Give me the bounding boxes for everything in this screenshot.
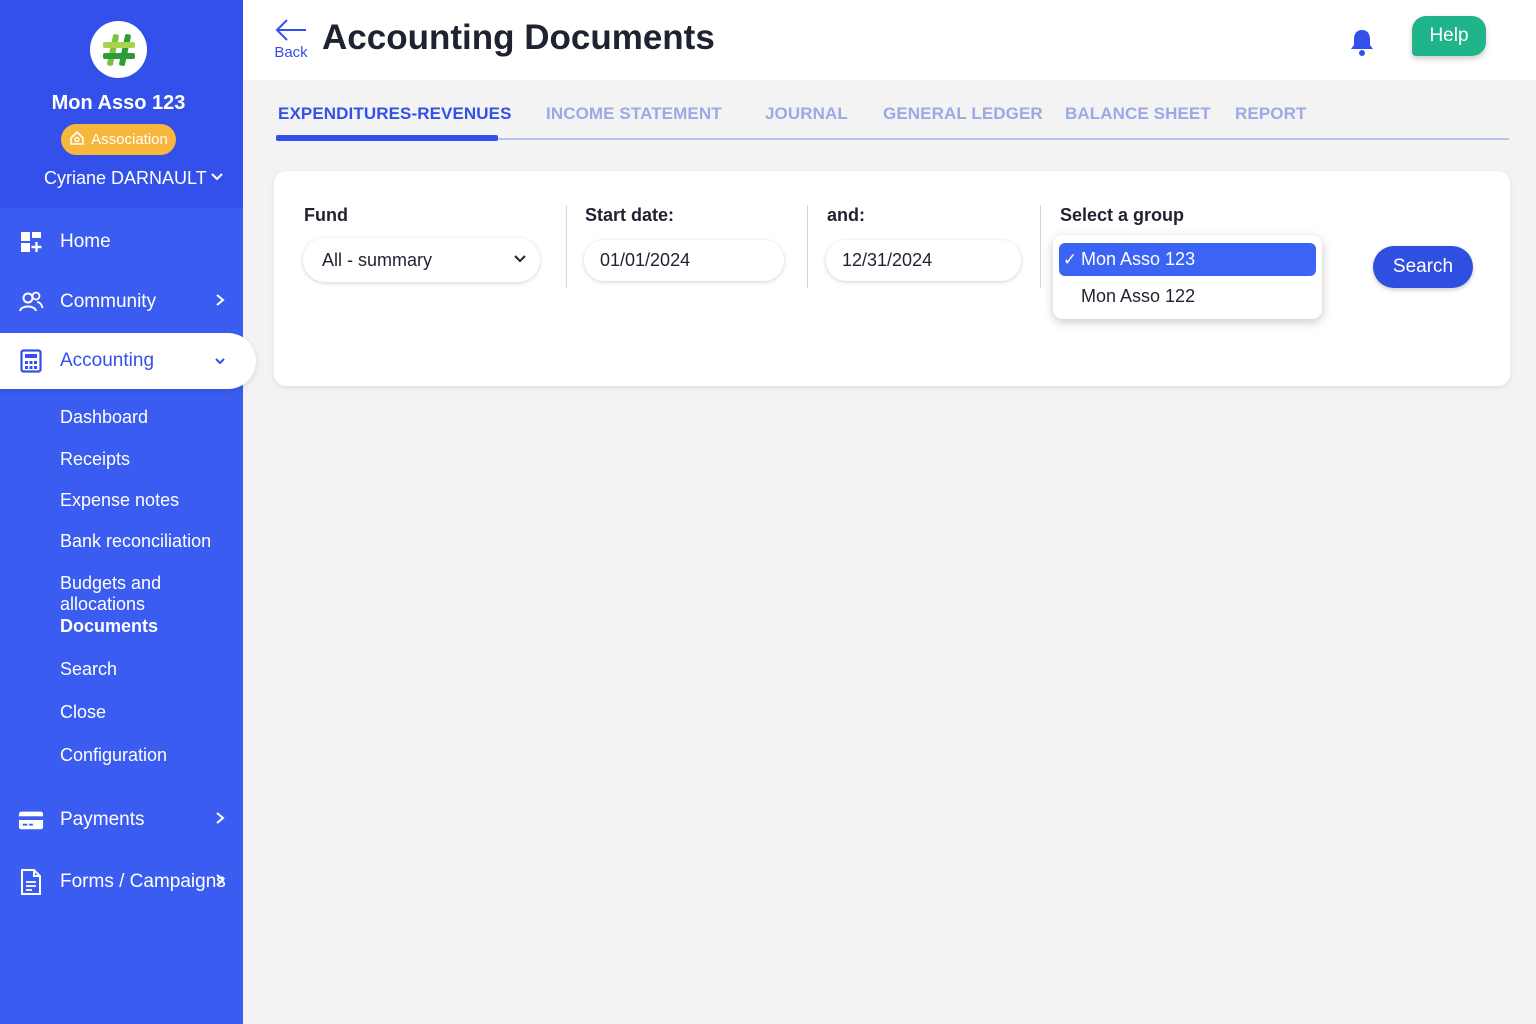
fund-select-value: All - summary: [322, 249, 433, 270]
sidebar-item-label: Payments: [60, 809, 145, 830]
fund-label: Fund: [304, 205, 348, 225]
back-button[interactable]: Back: [273, 18, 309, 61]
field-divider: [566, 205, 567, 288]
house-icon: [69, 130, 85, 150]
org-name: Mon Asso 123: [51, 92, 186, 114]
group-option-label: Mon Asso 123: [1081, 249, 1196, 269]
group-option[interactable]: Mon Asso 122: [1059, 280, 1316, 313]
chevron-down-icon: [214, 350, 226, 372]
field-divider: [1040, 205, 1041, 288]
tab-balance-sheet[interactable]: BALANCE SHEET: [1065, 104, 1211, 124]
document-icon: [18, 869, 44, 895]
sidebar-subitem-documents[interactable]: Documents: [60, 616, 158, 637]
hashtag-logo-icon: [103, 34, 135, 66]
help-button[interactable]: Help: [1412, 16, 1486, 56]
sidebar-subitem-configuration[interactable]: Configuration: [60, 745, 167, 766]
tab-journal[interactable]: JOURNAL: [765, 104, 848, 124]
tab-general-ledger[interactable]: GENERAL LEDGER: [883, 104, 1043, 124]
sidebar-item-label: Forms / Campaigns: [60, 871, 226, 892]
tab-expenditures-revenues[interactable]: EXPENDITURES-REVENUES: [278, 104, 512, 124]
chevron-down-icon: [210, 168, 224, 189]
sidebar-item-forms-campaigns[interactable]: Forms / Campaigns: [0, 854, 243, 910]
start-date-input[interactable]: [584, 240, 784, 281]
tab-income-statement[interactable]: INCOME STATEMENT: [546, 104, 722, 124]
group-option-label: Mon Asso 122: [1081, 286, 1196, 306]
users-icon: [18, 289, 44, 315]
user-name: Cyriane DARNAULT: [44, 167, 207, 188]
end-date-input[interactable]: [826, 240, 1021, 281]
field-divider: [807, 205, 808, 288]
sidebar-item-label: Accounting: [60, 350, 155, 371]
sidebar-subitem-receipts[interactable]: Receipts: [60, 449, 130, 470]
tab-report[interactable]: REPORT: [1235, 104, 1306, 124]
sidebar-item-community[interactable]: Community: [0, 274, 243, 330]
chevron-right-icon: [215, 291, 225, 313]
search-button[interactable]: Search: [1373, 246, 1473, 288]
sidebar-subitem-bank-reconciliation[interactable]: Bank reconciliation: [60, 531, 211, 552]
association-badge: Association: [61, 124, 176, 155]
credit-card-icon: [18, 807, 44, 833]
dashboard-grid-icon: [18, 229, 44, 255]
badge-label: Association: [91, 131, 168, 148]
calculator-icon: [18, 348, 44, 374]
sidebar-item-home[interactable]: Home: [0, 214, 243, 270]
user-menu[interactable]: Cyriane DARNAULT: [44, 166, 234, 190]
chevron-down-icon: [512, 251, 528, 272]
org-logo[interactable]: [90, 21, 147, 78]
start-date-label: Start date:: [585, 205, 675, 225]
group-option-selected[interactable]: ✓ Mon Asso 123: [1059, 243, 1316, 276]
sidebar-item-label: Home: [60, 231, 111, 252]
end-date-label: and:: [827, 205, 865, 225]
group-label: Select a group: [1060, 205, 1185, 225]
active-tab-indicator: [276, 135, 498, 141]
sidebar-subitem-expense-notes[interactable]: Expense notes: [60, 490, 179, 511]
sidebar-item-label: Community: [60, 291, 157, 312]
chevron-right-icon: [215, 809, 225, 831]
sidebar-subitem-budgets[interactable]: Budgets and allocations: [60, 573, 243, 615]
sidebar-subitem-dashboard[interactable]: Dashboard: [60, 407, 148, 428]
checkmark-icon: ✓: [1062, 249, 1078, 269]
sidebar: Mon Asso 123 Association Cyriane DARNAUL…: [0, 0, 256, 1024]
chevron-right-icon: [215, 871, 225, 893]
sidebar-item-accounting[interactable]: Accounting: [0, 333, 256, 389]
page-title: Accounting Documents: [322, 18, 715, 57]
sidebar-subitem-close[interactable]: Close: [60, 702, 106, 723]
sidebar-item-payments[interactable]: Payments: [0, 792, 243, 848]
back-label: Back: [274, 44, 308, 61]
fund-select[interactable]: All - summary: [303, 238, 540, 282]
sidebar-subitem-search[interactable]: Search: [60, 659, 117, 680]
notification-bell-icon[interactable]: [1349, 27, 1375, 62]
